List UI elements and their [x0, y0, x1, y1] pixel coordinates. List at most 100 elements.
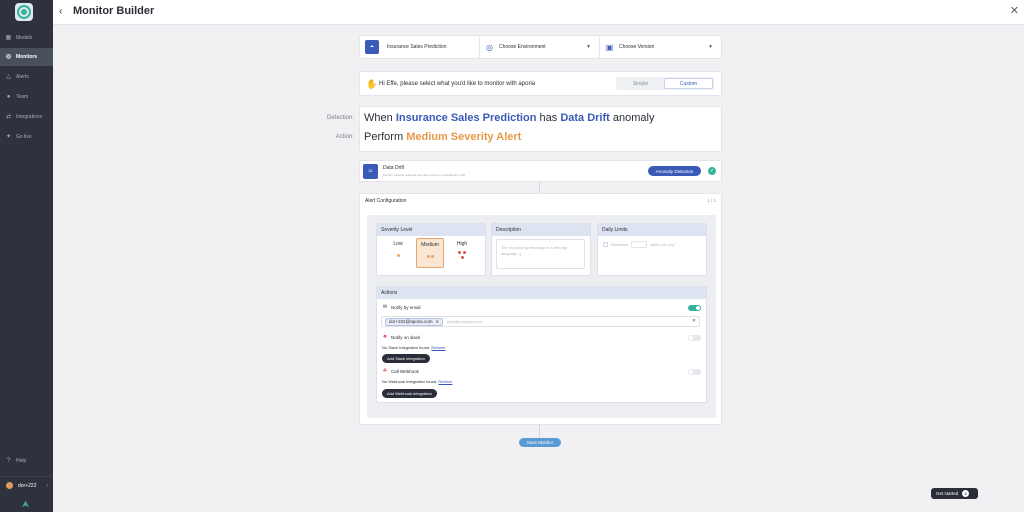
daily-limit-row: Maximum alerts per day — [603, 241, 675, 248]
severity-panel: Severity Level Low Medium High — [376, 223, 486, 276]
slack-icon: ❖ — [382, 334, 388, 340]
webhook-toggle[interactable] — [688, 369, 701, 375]
alert-configuration-title: Alert Configuration — [365, 198, 407, 204]
globe-icon: ◎ — [486, 42, 493, 52]
sidebar-item-monitors[interactable]: ◎ Monitors — [0, 48, 53, 66]
email-toggle[interactable] — [688, 305, 701, 311]
environment-select-placeholder: Choose Environment — [499, 44, 546, 50]
slack-toggle[interactable] — [688, 335, 701, 341]
slack-note: No Slack Integration found. Refresh — [382, 345, 445, 350]
summary-has: has — [539, 112, 558, 124]
integrations-icon: ⇄ — [5, 113, 12, 120]
action-sentence: Perform Medium Severity Alert — [364, 131, 521, 143]
severity-high-option[interactable]: High — [448, 238, 476, 268]
environment-select[interactable]: ◎ Choose Environment ▼ — [479, 36, 599, 58]
email-recipients-input[interactable]: dor+222@aporia.com ✕ john@example.com ✕ — [381, 316, 700, 327]
connector-line — [539, 425, 540, 438]
clear-icon[interactable]: ✕ — [692, 318, 696, 324]
model-select-value: Insurance Sales Prediction — [387, 44, 447, 50]
severity-dot-icon — [396, 254, 400, 257]
email-placeholder: john@example.com — [446, 319, 483, 324]
daily-limit-input[interactable] — [631, 241, 648, 248]
sidebar-item-models[interactable]: ▦ Models — [0, 29, 53, 47]
anomaly-detection-badge[interactable]: Anomaly Detection — [648, 166, 701, 176]
severity-dot-icon — [463, 251, 466, 254]
webhook-action-row: ☘ Call Webhook — [382, 368, 419, 374]
mode-custom-button[interactable]: Custom — [664, 78, 713, 89]
sidebar-item-label: Team — [16, 94, 29, 100]
monitor-type-card[interactable]: ≈ Data Drift Monitor whether features an… — [359, 160, 722, 182]
webhook-action-label: Call Webhook — [391, 368, 419, 374]
actions-panel: Actions ✉ Notify by email dor+222@aporia… — [376, 286, 707, 403]
mail-icon: ✉ — [382, 304, 388, 310]
detection-label: Detection: — [326, 115, 354, 121]
severity-dot-icon — [458, 251, 461, 254]
sidebar-item-help[interactable]: ? Help — [0, 452, 53, 470]
summary-perform: Perform — [364, 131, 404, 143]
sidebar-item-label: Integrations — [16, 114, 43, 120]
summary-monitor-type: Data Drift — [560, 112, 610, 124]
add-webhook-integration-button[interactable]: Add Webhook integration — [382, 389, 437, 398]
get-started-label: Get started — [936, 491, 959, 496]
detection-sentence: When Insurance Sales Prediction has Data… — [364, 112, 654, 124]
back-icon[interactable]: ‹ — [59, 6, 69, 18]
sidebar-item-alerts[interactable]: △ Alerts — [0, 68, 53, 86]
model-icon: ◓ — [365, 40, 379, 54]
mode-simple-button[interactable]: Simple — [617, 78, 664, 89]
sidebar-item-integrations[interactable]: ⇄ Integrations — [0, 108, 53, 126]
alert-configuration-step: 1 / 1 — [707, 198, 716, 203]
severity-low-option[interactable]: Low — [384, 238, 412, 268]
version-select[interactable]: ▣ Choose Version ▼ — [599, 36, 721, 58]
wave-hand-icon: ✋ — [366, 79, 378, 89]
chevron-right-icon: › — [46, 482, 48, 489]
user-menu[interactable]: dor+222 › — [0, 476, 53, 494]
sidebar-item-label: Alerts — [16, 74, 29, 80]
top-bar: ‹ Monitor Builder ✕ — [53, 0, 1024, 25]
email-action-row: ✉ Notify by email — [382, 304, 421, 310]
daily-limit-checkbox[interactable] — [603, 242, 608, 247]
description-textarea[interactable]: The monitoring message in a friendly lan… — [496, 239, 585, 269]
severity-medium-option[interactable]: Medium — [416, 238, 444, 268]
aporia-logo[interactable] — [15, 3, 33, 21]
model-select[interactable]: ◓ Insurance Sales Prediction — [360, 36, 479, 58]
page-title: Monitor Builder — [73, 5, 155, 17]
get-started-count-badge: 6 — [962, 490, 970, 497]
severity-dot-icon — [430, 255, 434, 258]
description-panel: Description The monitoring message in a … — [491, 223, 591, 276]
severity-header: Severity Level — [377, 224, 485, 236]
close-icon[interactable]: ✕ — [1010, 5, 1019, 17]
help-icon: ? — [6, 457, 11, 464]
daily-limits-panel: Daily Limits Maximum alerts per day — [597, 223, 707, 276]
monitor-target-selector: ◓ Insurance Sales Prediction ◎ Choose En… — [359, 35, 722, 59]
models-icon: ▦ — [5, 34, 12, 41]
slack-action-row: ❖ Notify on slack — [382, 334, 421, 340]
summary-model: Insurance Sales Prediction — [395, 112, 537, 124]
remove-chip-icon[interactable]: ✕ — [435, 319, 438, 324]
save-monitor-button[interactable]: Save Monitor — [519, 438, 561, 447]
sidebar-item-team[interactable]: ● Team — [0, 88, 53, 106]
severity-low-label: Low — [393, 241, 403, 247]
severity-medium-label: Medium — [421, 242, 439, 248]
webhook-note-text: No Webhook Integration found. — [382, 379, 438, 384]
team-icon: ● — [6, 93, 11, 100]
sidebar-item-go-live[interactable]: ✦ Go live — [0, 128, 53, 146]
slack-action-label: Notify on slack — [391, 334, 421, 340]
webhook-note: No Webhook Integration found. Refresh — [382, 379, 452, 384]
add-slack-integration-button[interactable]: Add Slack integration — [382, 354, 430, 363]
get-started-button[interactable]: Get started 6 — [931, 488, 978, 499]
email-action-label: Notify by email — [391, 304, 421, 310]
sidebar: ▦ Models ◎ Monitors △ Alerts ● Team ⇄ In… — [0, 0, 53, 512]
rocket-icon: ✦ — [5, 133, 12, 140]
webhook-refresh-link[interactable]: Refresh — [438, 379, 452, 384]
summary-when: When — [364, 112, 393, 124]
sidebar-item-label: Monitors — [16, 54, 38, 60]
summary-anomaly: anomaly — [612, 112, 655, 124]
slack-refresh-link[interactable]: Refresh — [431, 345, 445, 350]
mode-toggle: Simple Custom — [616, 77, 714, 90]
webhook-icon: ☘ — [382, 368, 388, 374]
actions-header: Actions — [377, 287, 706, 299]
monitors-icon: ◎ — [5, 53, 12, 60]
sidebar-item-label: Models — [16, 35, 33, 41]
connector-line — [539, 182, 540, 193]
severity-dot-icon — [460, 256, 464, 259]
